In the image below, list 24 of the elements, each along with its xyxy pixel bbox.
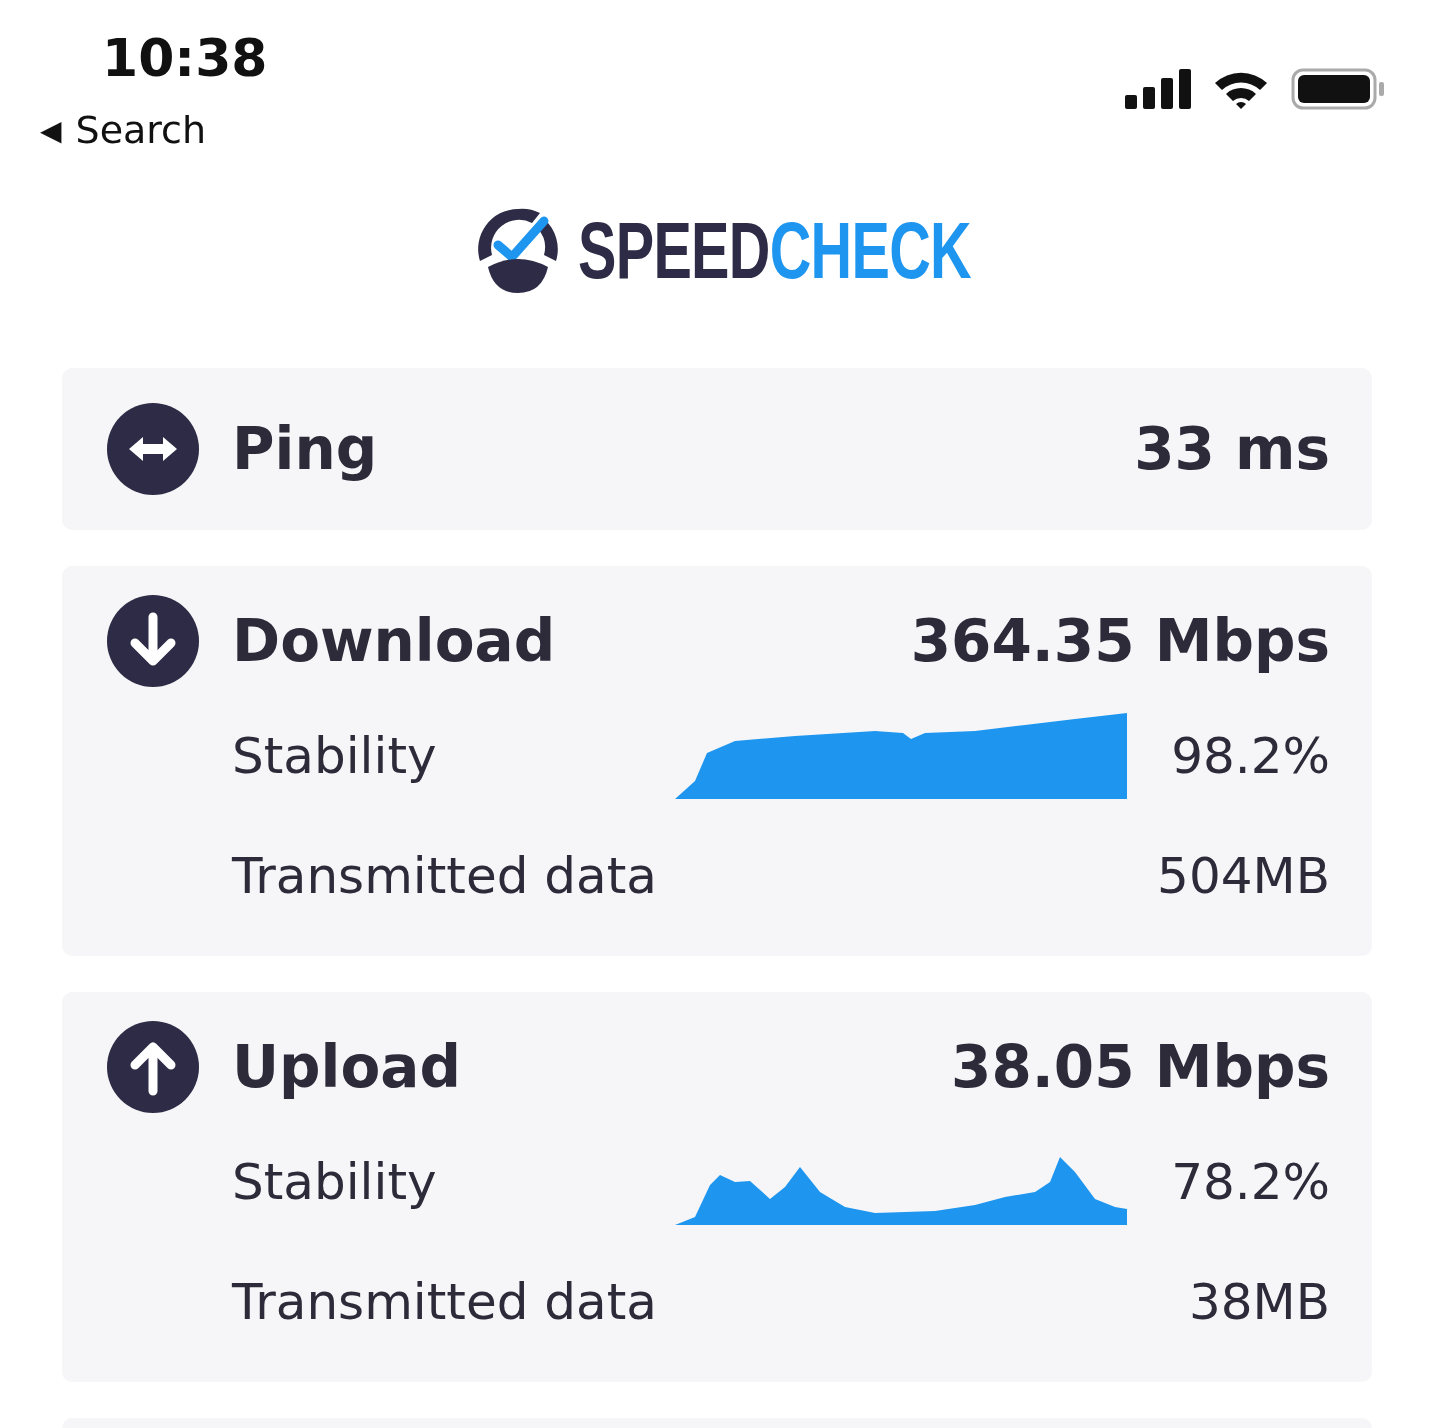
detail-label: Stability — [232, 1153, 438, 1211]
detail-label: Stability — [232, 727, 438, 785]
back-arrow[interactable]: ◀ — [40, 113, 62, 147]
detail-value: 38MB — [1188, 1273, 1330, 1331]
detail-label: Transmitted data — [232, 847, 658, 905]
result-value: 364.35 Mbps — [910, 607, 1330, 675]
detail-label: Transmitted data — [232, 1273, 658, 1331]
result-title: Download — [232, 607, 557, 675]
battery-icon — [1291, 68, 1385, 110]
upload-icon — [107, 1021, 199, 1113]
result-value: 38.05 Mbps — [951, 1033, 1330, 1101]
result-title: Upload — [232, 1033, 462, 1101]
result-value: 33 ms — [1134, 415, 1330, 483]
signal-icon — [1125, 69, 1191, 109]
detail-value: 78.2% — [1171, 1153, 1330, 1211]
logo-text: SPEED — [578, 205, 770, 297]
result-title: Ping — [232, 415, 379, 483]
clock-time: 10:38 — [102, 28, 268, 88]
download-icon — [107, 595, 199, 687]
detail-value: 98.2% — [1171, 727, 1330, 785]
ping-icon — [107, 403, 199, 495]
detail-value: 504MB — [1157, 847, 1330, 905]
back-link[interactable]: Search — [75, 108, 207, 152]
logo-text: CHECK — [769, 205, 971, 297]
